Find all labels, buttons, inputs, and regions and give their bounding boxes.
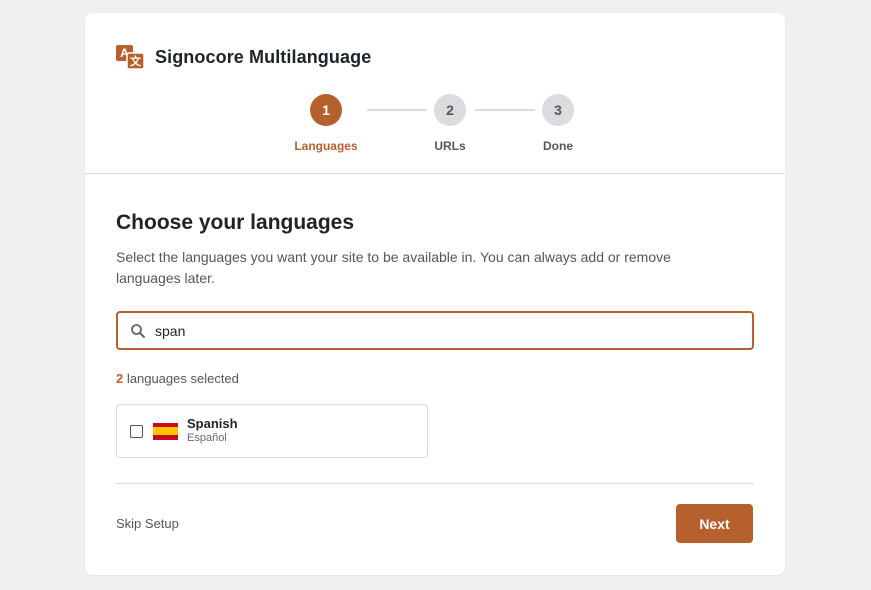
spain-flag-icon (153, 422, 178, 440)
language-name: Spanish (187, 416, 238, 431)
svg-text:文: 文 (130, 54, 142, 68)
footer-divider (116, 483, 754, 484)
selected-count: 2 languages selected (116, 371, 754, 386)
skip-setup-link[interactable]: Skip Setup (116, 516, 179, 531)
language-option-spanish[interactable]: Spanish Español (116, 404, 428, 458)
selected-count-label: languages selected (126, 371, 239, 386)
selected-count-number: 2 (116, 371, 124, 386)
search-icon (131, 323, 145, 338)
translate-icon: A 文 (116, 45, 144, 69)
search-input[interactable] (155, 322, 735, 339)
step-label: Done (543, 139, 573, 153)
step-number: 1 (310, 94, 342, 126)
language-search[interactable] (116, 311, 754, 350)
page-title: Choose your languages (116, 211, 355, 234)
step-urls: 2 URLs (410, 94, 490, 153)
step-number: 3 (542, 94, 574, 126)
brand: A 文 Signocore Multilanguage (116, 45, 371, 69)
step-label: Languages (294, 139, 358, 153)
language-checkbox[interactable] (130, 424, 143, 438)
page-description: Select the languages you want your site … (116, 249, 671, 286)
setup-header: A 文 Signocore Multilanguage 1 Languages … (85, 13, 785, 174)
app-title: Signocore Multilanguage (155, 46, 372, 67)
step-label: URLs (434, 139, 466, 153)
setup-content: Choose your languages Select the languag… (116, 174, 754, 458)
step-number: 2 (434, 94, 466, 126)
language-native-name: Español (187, 432, 227, 444)
setup-card: A 文 Signocore Multilanguage 1 Languages … (85, 13, 785, 575)
step-done: 3 Done (518, 94, 598, 153)
setup-stepper: 1 Languages 2 URLs 3 Done (85, 94, 785, 154)
next-button[interactable]: Next (676, 504, 753, 543)
language-text: Spanish Español (187, 416, 238, 446)
step-languages: 1 Languages (286, 94, 366, 153)
